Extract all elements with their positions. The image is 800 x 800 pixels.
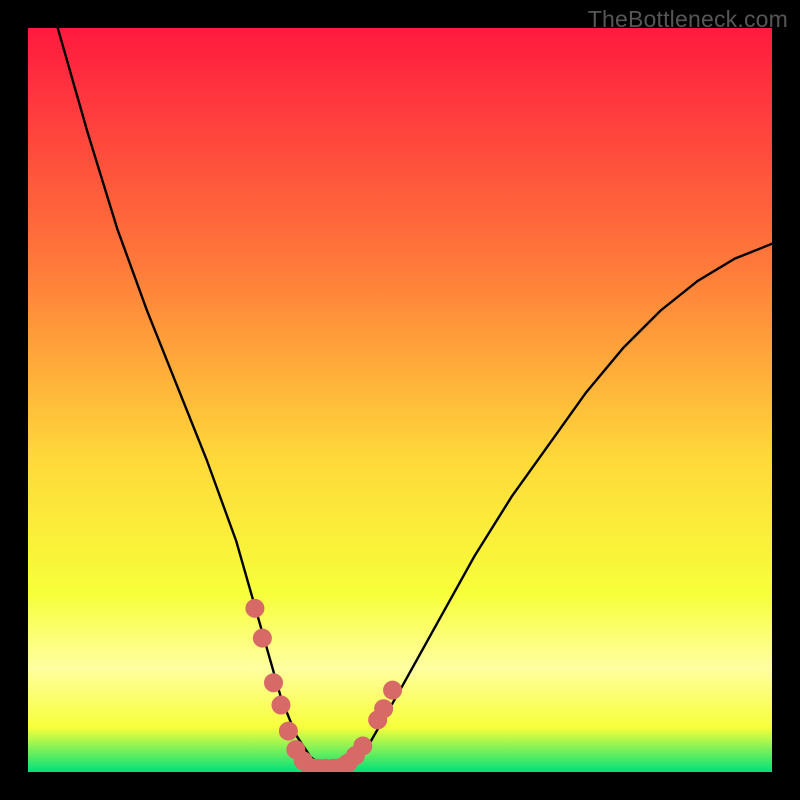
bottleneck-chart bbox=[28, 28, 772, 772]
curve-marker bbox=[272, 696, 290, 714]
curve-marker bbox=[384, 681, 402, 699]
plot-area bbox=[28, 28, 772, 772]
gradient-background bbox=[28, 28, 772, 772]
curve-marker bbox=[253, 629, 271, 647]
curve-marker bbox=[375, 700, 393, 718]
chart-stage: TheBottleneck.com bbox=[0, 0, 800, 800]
curve-marker bbox=[279, 722, 297, 740]
curve-marker bbox=[354, 737, 372, 755]
curve-marker bbox=[265, 674, 283, 692]
curve-marker bbox=[246, 599, 264, 617]
